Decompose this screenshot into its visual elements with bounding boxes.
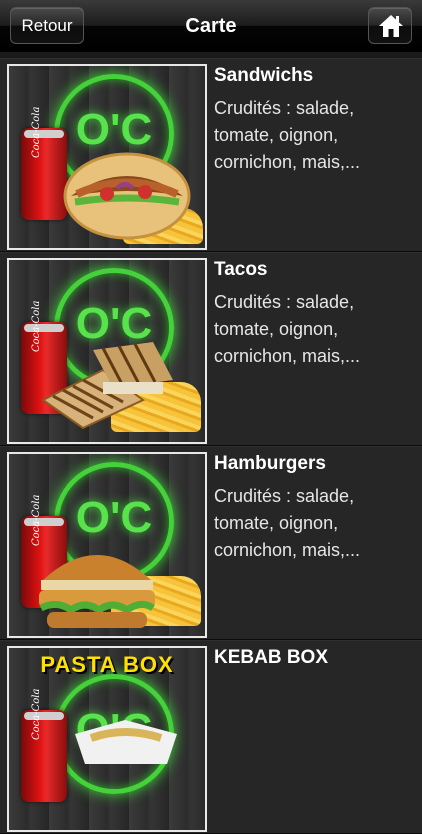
navigation-bar: Retour Carte bbox=[0, 0, 422, 52]
menu-list: O'C Coca-Cola Sandwichs Crudités : salad… bbox=[0, 58, 422, 834]
item-description: Crudités : salade, tomate, oignon, corni… bbox=[214, 292, 361, 366]
soda-can-image: Coca-Cola bbox=[21, 689, 67, 802]
item-title: KEBAB BOX bbox=[214, 647, 329, 668]
item-description: Crudités : salade, tomate, oignon, corni… bbox=[214, 486, 361, 560]
item-description: Crudités : salade, tomate, oignon, corni… bbox=[214, 98, 361, 172]
hamburger-image bbox=[39, 555, 155, 628]
item-title: Tacos bbox=[214, 259, 268, 280]
list-item[interactable]: O'C Coca-Cola Hamburgers Crudités : sala… bbox=[0, 446, 422, 640]
list-item[interactable]: O'C Coca-Cola Tacos Crudités : salade, t… bbox=[0, 252, 422, 446]
item-title: Sandwichs bbox=[214, 65, 314, 86]
food-box-image bbox=[75, 720, 177, 764]
item-title: Hamburgers bbox=[214, 453, 326, 474]
sandwich-image bbox=[63, 152, 191, 240]
tacos-image bbox=[41, 342, 173, 430]
promo-banner: PASTA BOX bbox=[40, 652, 174, 677]
page-title: Carte bbox=[185, 15, 237, 37]
item-thumbnail: O'C Coca-Cola bbox=[7, 452, 207, 638]
list-item[interactable]: O'C PASTA BOX Coca-Cola KEBAB BOX bbox=[0, 640, 422, 834]
home-icon bbox=[379, 15, 403, 37]
home-button[interactable] bbox=[368, 7, 412, 44]
item-thumbnail: O'C Coca-Cola bbox=[7, 64, 207, 250]
list-item[interactable]: O'C Coca-Cola Sandwichs Crudités : salad… bbox=[0, 58, 422, 252]
item-thumbnail: O'C Coca-Cola bbox=[7, 258, 207, 444]
item-thumbnail: O'C PASTA BOX Coca-Cola bbox=[7, 646, 207, 832]
